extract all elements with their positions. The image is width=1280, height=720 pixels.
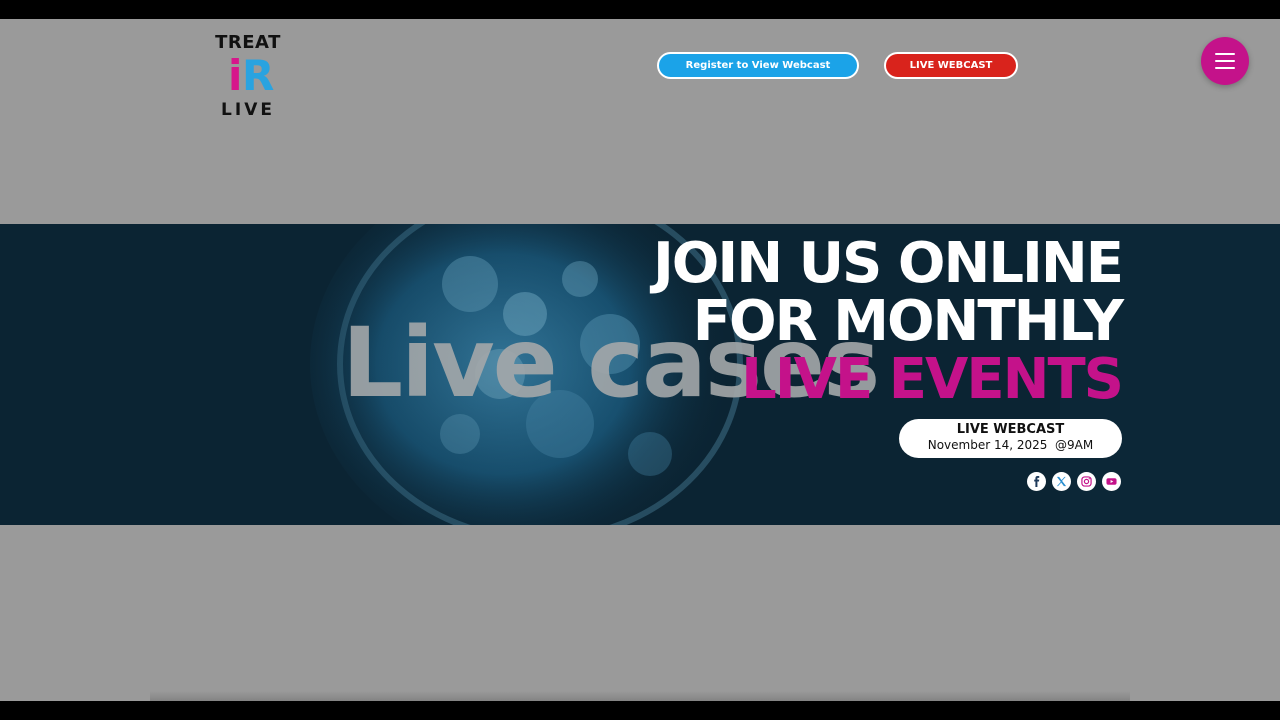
instagram-icon <box>1081 476 1092 487</box>
live-webcast-button[interactable]: LIVE WEBCAST <box>884 52 1018 79</box>
social-links <box>1027 472 1121 491</box>
logo-mark-r: R <box>242 51 275 100</box>
instagram-link[interactable] <box>1077 472 1096 491</box>
letterbox-top <box>0 0 1280 19</box>
hero-banner: Live cases JOIN US ONLINE FOR MONTHLY LI… <box>0 224 1280 525</box>
facebook-link[interactable] <box>1027 472 1046 491</box>
logo-mark-i: i <box>228 51 243 100</box>
youtube-icon <box>1106 478 1117 485</box>
headline-line-2: FOR MONTHLY <box>692 289 1124 354</box>
facebook-icon <box>1034 476 1040 487</box>
treat-ir-live-logo[interactable]: TREAT i R LIVE <box>210 33 286 125</box>
logo-ir-mark: i R <box>210 53 286 101</box>
headline-line-3: LIVE EVENTS <box>741 347 1124 412</box>
youtube-link[interactable] <box>1102 472 1121 491</box>
menu-button[interactable] <box>1201 37 1249 85</box>
content-panel-shadow <box>150 691 1130 701</box>
event-title: LIVE WEBCAST <box>956 422 1065 437</box>
hamburger-menu-icon <box>1215 53 1235 69</box>
live-webcast-event-badge[interactable]: LIVE WEBCAST November 14, 2025 @9AM <box>899 419 1122 458</box>
headline-line-1: JOIN US ONLINE <box>652 231 1124 296</box>
letterbox-bottom <box>0 701 1280 720</box>
x-twitter-link[interactable] <box>1052 472 1071 491</box>
x-twitter-icon <box>1056 476 1067 487</box>
logo-live-text: LIVE <box>221 100 275 120</box>
logo-treat-text: TREAT <box>215 32 281 53</box>
page: TREAT i R LIVE Register to View Webcast … <box>0 19 1280 701</box>
event-date: November 14, 2025 @9AM <box>927 438 1094 452</box>
register-webcast-button[interactable]: Register to View Webcast <box>657 52 859 79</box>
